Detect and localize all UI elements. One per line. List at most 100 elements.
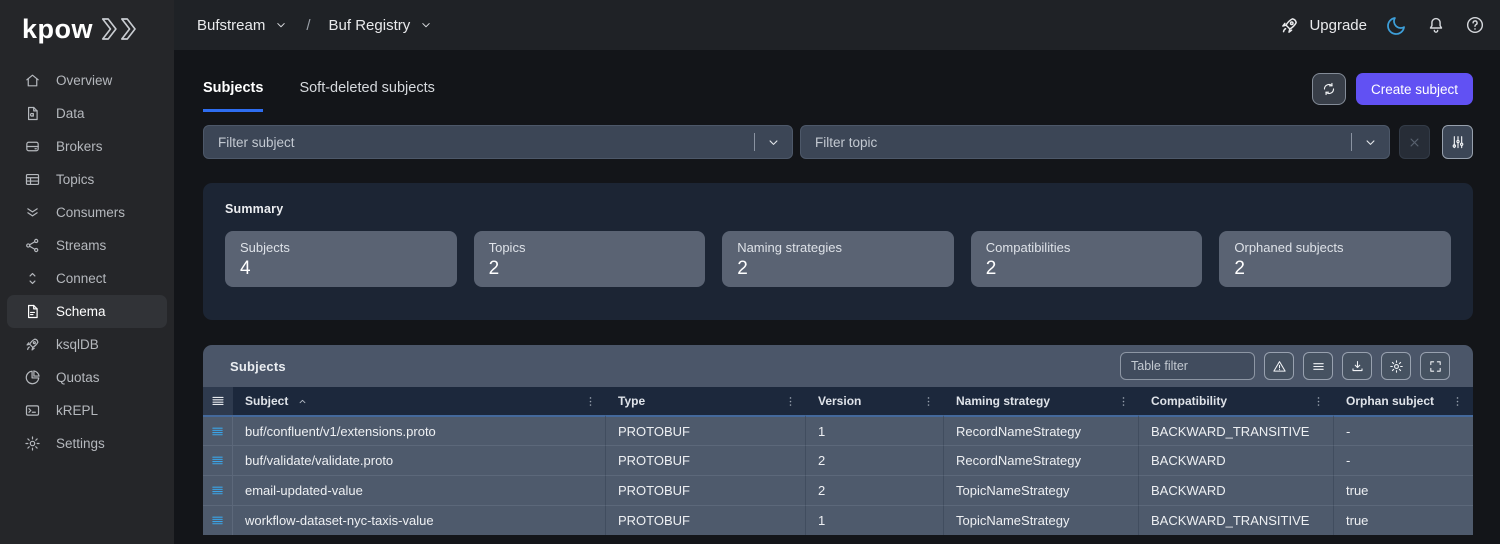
table-menu-column-header[interactable] bbox=[203, 387, 233, 415]
cell-version: 2 bbox=[806, 475, 944, 505]
column-menu-icon[interactable] bbox=[1312, 395, 1325, 408]
subjects-table: Subject Type Version Naming strategy Com… bbox=[203, 387, 1473, 535]
tab-soft-deleted-subjects[interactable]: Soft-deleted subjects bbox=[299, 80, 434, 112]
subjects-table-card: Subjects Subject Type bbox=[203, 345, 1473, 535]
stat-label: Subjects bbox=[240, 240, 290, 255]
pie-icon bbox=[24, 369, 41, 386]
upgrade-label: Upgrade bbox=[1309, 16, 1367, 34]
sidebar-item-overview[interactable]: Overview bbox=[7, 64, 167, 97]
cell-naming-strategy: RecordNameStrategy bbox=[944, 445, 1139, 475]
column-header-naming-strategy[interactable]: Naming strategy bbox=[944, 387, 1139, 415]
expand-button[interactable] bbox=[1420, 352, 1450, 380]
filter-topic-dropdown[interactable] bbox=[1352, 135, 1389, 150]
column-header-type[interactable]: Type bbox=[606, 387, 806, 415]
breadcrumb-section[interactable]: Buf Registry bbox=[329, 17, 434, 34]
cell-type: PROTOBUF bbox=[606, 445, 806, 475]
sidebar-item-label: Data bbox=[56, 106, 85, 121]
sidebar-item-krepl[interactable]: kREPL bbox=[7, 394, 167, 427]
filter-subject-dropdown[interactable] bbox=[755, 135, 792, 150]
column-label: Orphan subject bbox=[1346, 394, 1435, 408]
table-header-bar: Subjects bbox=[203, 345, 1473, 387]
column-header-version[interactable]: Version bbox=[806, 387, 944, 415]
sidebar-item-label: kREPL bbox=[56, 403, 99, 418]
breadcrumb-section-label: Buf Registry bbox=[328, 16, 411, 34]
menu-icon bbox=[210, 453, 225, 468]
refresh-button[interactable] bbox=[1311, 73, 1346, 105]
sidebar-item-label: Connect bbox=[56, 271, 107, 286]
sidebar-item-settings[interactable]: Settings bbox=[7, 427, 167, 460]
sidebar-item-label: Streams bbox=[56, 238, 107, 253]
list-button[interactable] bbox=[1303, 352, 1333, 380]
column-label: Subject bbox=[245, 394, 289, 408]
stat-value: 2 bbox=[985, 258, 997, 279]
row-menu-handle[interactable] bbox=[203, 445, 233, 475]
stat-topics: Topics 2 bbox=[473, 231, 706, 287]
chevron-down-icon bbox=[1363, 135, 1378, 150]
upgrade-link[interactable]: Upgrade bbox=[1279, 15, 1367, 36]
breadcrumb-environment[interactable]: Bufstream bbox=[197, 17, 288, 34]
column-header-orphan-subject[interactable]: Orphan subject bbox=[1334, 387, 1473, 415]
sliders-icon bbox=[1450, 134, 1466, 150]
moon-icon[interactable] bbox=[1386, 15, 1407, 36]
sidebar-item-topics[interactable]: Topics bbox=[7, 163, 167, 196]
sidebar-item-label: Overview bbox=[56, 73, 113, 88]
row-menu-handle[interactable] bbox=[203, 415, 233, 445]
tabs: Subjects Soft-deleted subjects bbox=[203, 80, 435, 112]
kpow-logo[interactable]: kpow bbox=[0, 0, 174, 58]
cell-subject[interactable]: workflow-dataset-nyc-taxis-value bbox=[233, 505, 606, 535]
column-label: Naming strategy bbox=[956, 394, 1051, 408]
cell-subject[interactable]: email-updated-value bbox=[233, 475, 606, 505]
column-header-compatibility[interactable]: Compatibility bbox=[1139, 387, 1334, 415]
clear-filters-button[interactable] bbox=[1399, 125, 1430, 159]
filter-options-button[interactable] bbox=[1442, 125, 1473, 159]
stat-compatibilities: Compatibilities 2 bbox=[970, 231, 1203, 287]
column-header-subject[interactable]: Subject bbox=[233, 387, 606, 415]
sidebar-item-schema[interactable]: Schema bbox=[7, 295, 167, 328]
column-menu-icon[interactable] bbox=[584, 395, 597, 408]
cell-compatibility: BACKWARD bbox=[1139, 445, 1334, 475]
column-menu-icon[interactable] bbox=[922, 395, 935, 408]
stat-naming-strategies: Naming strategies 2 bbox=[722, 231, 954, 287]
sidebar-item-label: Settings bbox=[56, 436, 105, 451]
sidebar-item-data[interactable]: Data bbox=[7, 97, 167, 130]
create-subject-button[interactable]: Create subject bbox=[1355, 73, 1473, 105]
sort-vertical-icon bbox=[24, 270, 41, 287]
column-menu-icon[interactable] bbox=[1117, 395, 1130, 408]
table-tools bbox=[1120, 352, 1450, 380]
bell-icon[interactable] bbox=[1426, 15, 1446, 35]
tabs-row: Subjects Soft-deleted subjects Create sub… bbox=[203, 50, 1473, 112]
column-menu-icon[interactable] bbox=[784, 395, 797, 408]
schema-doc-icon bbox=[24, 303, 41, 320]
filter-topic-input[interactable] bbox=[801, 134, 1351, 150]
cell-subject[interactable]: buf/validate/validate.proto bbox=[233, 445, 606, 475]
sidebar-item-brokers[interactable]: Brokers bbox=[7, 130, 167, 163]
logo-text: kpow bbox=[22, 13, 94, 44]
sidebar-item-ksqldb[interactable]: ksqlDB bbox=[7, 328, 167, 361]
gear-button[interactable] bbox=[1381, 352, 1411, 380]
terminal-icon bbox=[24, 402, 41, 419]
download-button[interactable] bbox=[1342, 352, 1372, 380]
filter-subject-input[interactable] bbox=[204, 134, 754, 150]
filter-row bbox=[203, 125, 1473, 159]
cell-subject[interactable]: buf/confluent/v1/extensions.proto bbox=[233, 415, 606, 445]
row-menu-handle[interactable] bbox=[203, 505, 233, 535]
menu-icon bbox=[210, 483, 225, 498]
sidebar-item-consumers[interactable]: Consumers bbox=[7, 196, 167, 229]
download-icon bbox=[1350, 359, 1365, 374]
help-icon[interactable] bbox=[1465, 15, 1485, 35]
stat-value: 2 bbox=[737, 258, 748, 279]
sidebar-item-label: Schema bbox=[56, 304, 106, 319]
tab-subjects[interactable]: Subjects bbox=[203, 80, 264, 112]
chevrons-down-icon bbox=[24, 204, 41, 221]
sidebar-item-quotas[interactable]: Quotas bbox=[7, 361, 167, 394]
filter-topic-box bbox=[800, 125, 1390, 159]
sidebar-item-streams[interactable]: Streams bbox=[7, 229, 167, 262]
sidebar-item-connect[interactable]: Connect bbox=[7, 262, 167, 295]
row-menu-handle[interactable] bbox=[203, 475, 233, 505]
menu-icon bbox=[210, 513, 225, 528]
table-filter-input[interactable] bbox=[1120, 352, 1255, 380]
column-menu-icon[interactable] bbox=[1451, 395, 1464, 408]
sidebar-item-label: ksqlDB bbox=[56, 337, 99, 352]
expand-icon bbox=[1428, 359, 1443, 374]
warning-button[interactable] bbox=[1264, 352, 1294, 380]
